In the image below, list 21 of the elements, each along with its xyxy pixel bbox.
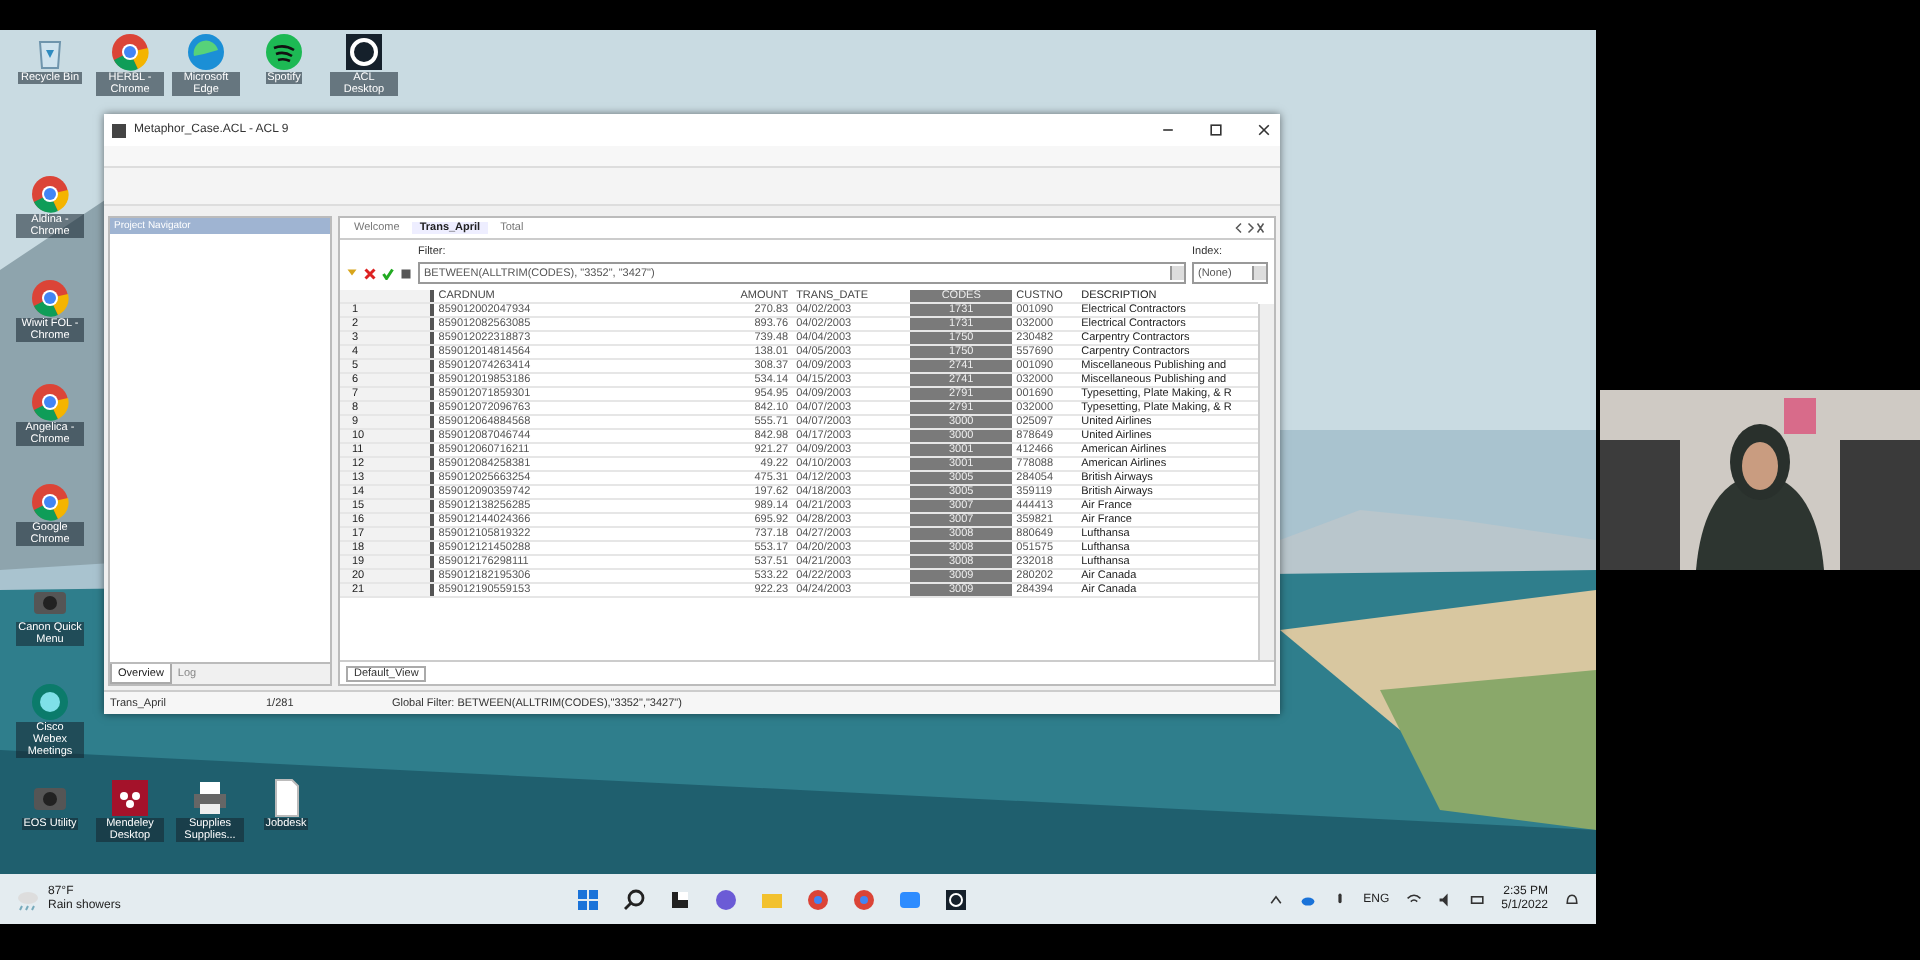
printer-icon[interactable]: [190, 778, 230, 818]
edit-icon[interactable]: [400, 268, 412, 280]
app-icon[interactable]: [944, 887, 968, 911]
speaker-icon[interactable]: [1437, 891, 1454, 907]
app-icon[interactable]: [264, 32, 304, 72]
app-icon[interactable]: [110, 778, 150, 818]
chevron-icon[interactable]: [1267, 891, 1284, 907]
scrollbar[interactable]: [1258, 304, 1274, 660]
delete-icon[interactable]: [364, 268, 376, 280]
maximize-icon[interactable]: [1208, 122, 1224, 138]
app-icon[interactable]: [668, 887, 692, 911]
battery-icon[interactable]: [1469, 891, 1486, 907]
wifi-icon[interactable]: [1405, 891, 1422, 907]
notification-icon[interactable]: [1564, 891, 1580, 907]
search-icon[interactable]: [622, 887, 646, 911]
windows-icon[interactable]: [576, 887, 600, 911]
app-icon[interactable]: [344, 32, 384, 72]
close-icon[interactable]: [1256, 122, 1272, 138]
check-icon[interactable]: [382, 268, 394, 280]
app-icon: [112, 123, 126, 137]
tab-scroll-icon[interactable]: [1232, 222, 1268, 234]
